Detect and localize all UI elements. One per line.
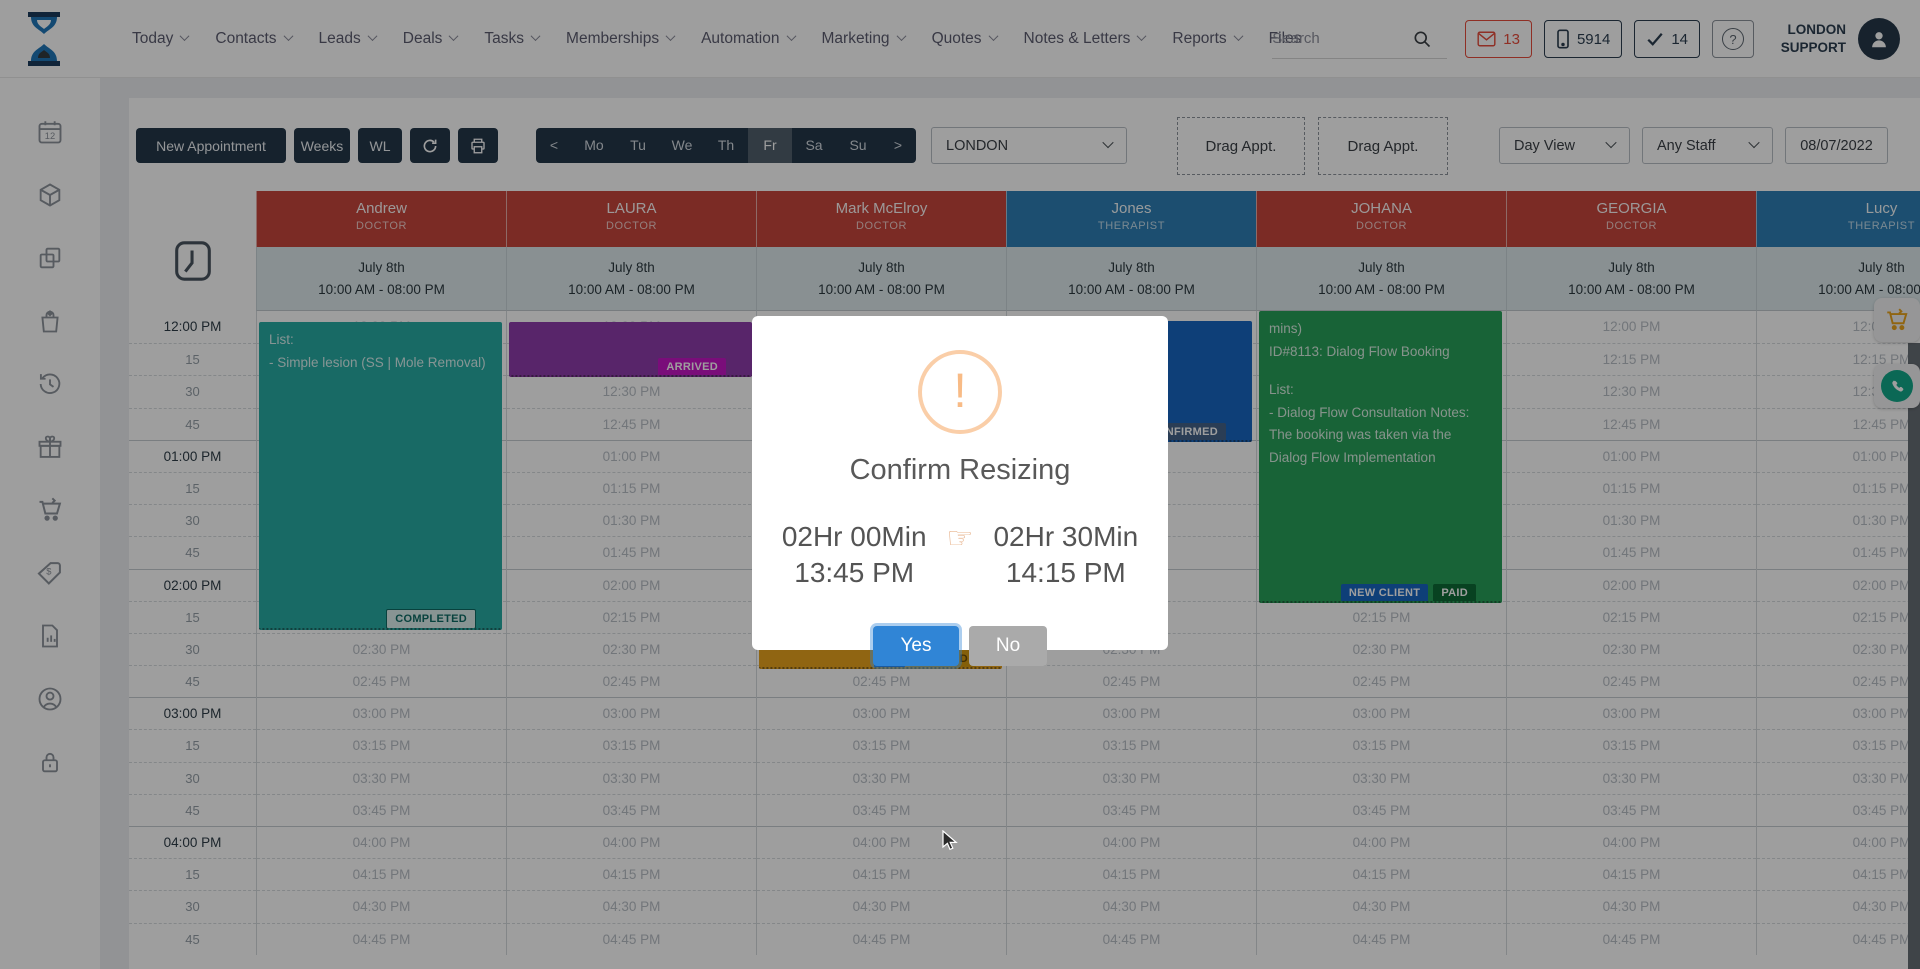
- resize-from: 02Hr 00Min 13:45 PM: [782, 519, 927, 592]
- warning-icon: !: [918, 350, 1002, 434]
- to-duration: 02Hr 30Min: [993, 519, 1138, 555]
- appointment-scheduler-app: TodayContactsLeadsDealsTasksMembershipsA…: [0, 0, 1920, 969]
- mouse-cursor: [941, 830, 961, 852]
- from-duration: 02Hr 00Min: [782, 519, 927, 555]
- resize-values: 02Hr 00Min 13:45 PM ☞ 02Hr 30Min 14:15 P…: [752, 519, 1168, 592]
- to-time: 14:15 PM: [993, 555, 1138, 591]
- from-time: 13:45 PM: [782, 555, 927, 591]
- confirm-resizing-modal: ! Confirm Resizing 02Hr 00Min 13:45 PM ☞…: [752, 316, 1168, 650]
- no-button[interactable]: No: [969, 626, 1047, 666]
- yes-button[interactable]: Yes: [873, 626, 959, 666]
- resize-to: 02Hr 30Min 14:15 PM: [993, 519, 1138, 592]
- pointing-hand-icon: ☞: [947, 521, 974, 556]
- modal-title: Confirm Resizing: [752, 454, 1168, 487]
- modal-buttons: Yes No: [752, 626, 1168, 666]
